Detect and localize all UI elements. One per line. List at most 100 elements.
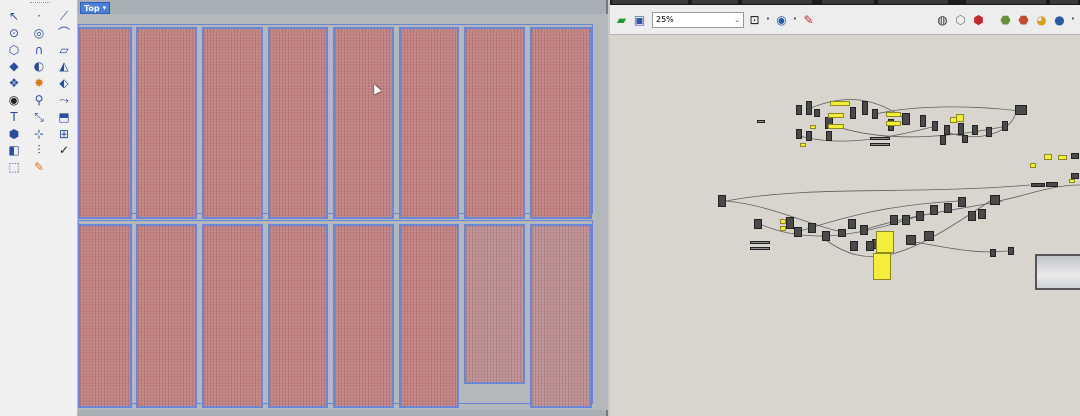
shaded-preview-icon[interactable]: ⬡ <box>953 12 968 27</box>
gh-panel[interactable] <box>956 114 964 122</box>
dropdown-dot-icon[interactable]: • <box>1070 12 1076 27</box>
gh-component[interactable] <box>990 249 996 257</box>
transform-icon[interactable]: ⊹ <box>28 126 50 142</box>
gh-component[interactable] <box>806 131 812 141</box>
curve-icon[interactable]: ∩ <box>28 42 50 58</box>
image-preview-node[interactable] <box>1035 254 1080 290</box>
gh-component[interactable] <box>870 143 890 146</box>
array-icon[interactable]: ⊞ <box>53 126 75 142</box>
sketch-brush-icon[interactable]: ✎ <box>801 12 816 27</box>
point-icon[interactable]: · <box>28 8 50 24</box>
panel-bottom-4[interactable] <box>268 224 328 408</box>
gh-component[interactable] <box>850 241 858 251</box>
analyze-icon[interactable]: ⚲ <box>28 92 50 108</box>
wireframe-preview-icon[interactable]: ◍ <box>935 12 950 27</box>
selected-preview-icon[interactable]: ⬢ <box>971 12 986 27</box>
gh-component[interactable] <box>990 195 1000 205</box>
panel-top-3[interactable] <box>202 27 263 219</box>
gh-component[interactable] <box>870 137 890 140</box>
gh-menu-tab[interactable] <box>742 0 812 4</box>
gh-component[interactable] <box>1008 247 1014 255</box>
gh-menu-tab[interactable] <box>966 0 1046 4</box>
panel-top-2[interactable] <box>136 27 197 219</box>
panel-top-4[interactable] <box>268 27 328 219</box>
gh-panel[interactable] <box>886 112 901 117</box>
panel-top-1[interactable] <box>78 27 132 219</box>
paint-icon[interactable]: ✎ <box>28 159 50 175</box>
gh-component[interactable] <box>796 129 802 139</box>
gh-component[interactable] <box>754 219 762 229</box>
panel-bottom-6[interactable] <box>399 224 459 408</box>
solid-icon[interactable]: ◉ <box>3 92 25 108</box>
gh-panel[interactable] <box>873 253 891 280</box>
gh-panel[interactable] <box>830 101 850 106</box>
gh-panel[interactable] <box>810 125 816 129</box>
gh-panel[interactable] <box>950 117 957 123</box>
boolean-icon[interactable]: ⬖ <box>53 75 75 91</box>
arc-icon[interactable]: ⌒ <box>53 25 75 41</box>
display-mode-icon[interactable]: ◕ <box>1034 12 1049 27</box>
extrude-icon[interactable]: ⬒ <box>53 109 75 125</box>
gh-component[interactable] <box>1046 182 1058 187</box>
gh-canvas[interactable] <box>610 35 1080 416</box>
gh-component[interactable] <box>968 211 976 221</box>
gh-component[interactable] <box>902 215 910 225</box>
mesh-quality-icon[interactable]: ⬣ <box>1016 12 1031 27</box>
gh-component[interactable] <box>972 125 978 135</box>
panel-top-8[interactable] <box>530 27 592 219</box>
gh-panel[interactable] <box>1030 163 1036 168</box>
gh-component[interactable] <box>932 121 938 131</box>
gh-panel[interactable] <box>1044 154 1052 160</box>
circle-icon[interactable]: ⊙ <box>3 25 25 41</box>
panel-bottom-7[interactable] <box>464 224 525 384</box>
gh-menu-tab[interactable] <box>878 0 948 4</box>
panel-bottom-5[interactable] <box>333 224 394 408</box>
cap-icon[interactable]: ⬢ <box>3 126 25 142</box>
save-icon[interactable]: ▣ <box>632 12 647 27</box>
fillet-icon[interactable]: ⤳ <box>53 92 75 108</box>
surface-icon[interactable]: ◭ <box>53 58 75 74</box>
zoom-extents-icon[interactable]: ⊡ <box>747 12 762 27</box>
zoom-select[interactable]: 25% ⌄ <box>652 11 744 28</box>
gh-menu-tab[interactable] <box>1050 0 1078 4</box>
text-icon[interactable]: T <box>3 109 25 125</box>
gh-component[interactable] <box>850 107 856 119</box>
gh-component[interactable] <box>986 127 992 137</box>
gh-component[interactable] <box>794 227 802 237</box>
gh-menu-tab[interactable] <box>822 0 874 4</box>
dropdown-dot-icon[interactable]: • <box>792 12 798 27</box>
check-icon[interactable]: ✓ <box>53 142 75 158</box>
gh-panel[interactable] <box>828 113 844 118</box>
layer-icon[interactable]: ⬚ <box>3 159 25 175</box>
gh-component[interactable] <box>940 135 946 145</box>
gh-menu-tab[interactable] <box>692 0 738 4</box>
panel-bottom-3[interactable] <box>202 224 263 408</box>
toolbar-grip[interactable] <box>30 2 50 5</box>
gh-component[interactable] <box>930 205 938 215</box>
gh-panel[interactable] <box>1058 155 1067 160</box>
gh-component[interactable] <box>962 135 968 143</box>
bake-icon[interactable]: ⬣ <box>998 12 1013 27</box>
gh-panel[interactable] <box>886 121 901 126</box>
open-file-icon[interactable]: ▰ <box>614 12 629 27</box>
gh-component[interactable] <box>808 223 816 233</box>
gh-component[interactable] <box>822 231 830 241</box>
gh-panel[interactable] <box>1069 179 1075 183</box>
render-icon[interactable]: ◧ <box>3 142 25 158</box>
select-icon[interactable]: ↖ <box>3 8 25 24</box>
dropdown-dot-icon[interactable]: • <box>765 12 771 27</box>
gh-component[interactable] <box>1031 183 1045 187</box>
gh-component[interactable] <box>860 225 868 235</box>
gh-component[interactable] <box>924 231 934 241</box>
gh-component[interactable] <box>814 109 820 117</box>
gh-component[interactable] <box>838 229 846 237</box>
explode-icon[interactable]: ✸ <box>28 75 50 91</box>
gh-component[interactable] <box>1002 121 1008 131</box>
gh-component[interactable] <box>872 109 878 119</box>
document-preview-icon[interactable]: ● <box>1052 12 1067 27</box>
gh-component[interactable] <box>944 125 950 135</box>
panel-top-7[interactable] <box>464 27 525 219</box>
gh-component[interactable] <box>757 120 765 123</box>
panel-bottom-8[interactable] <box>530 224 592 408</box>
gh-component[interactable] <box>944 203 952 213</box>
